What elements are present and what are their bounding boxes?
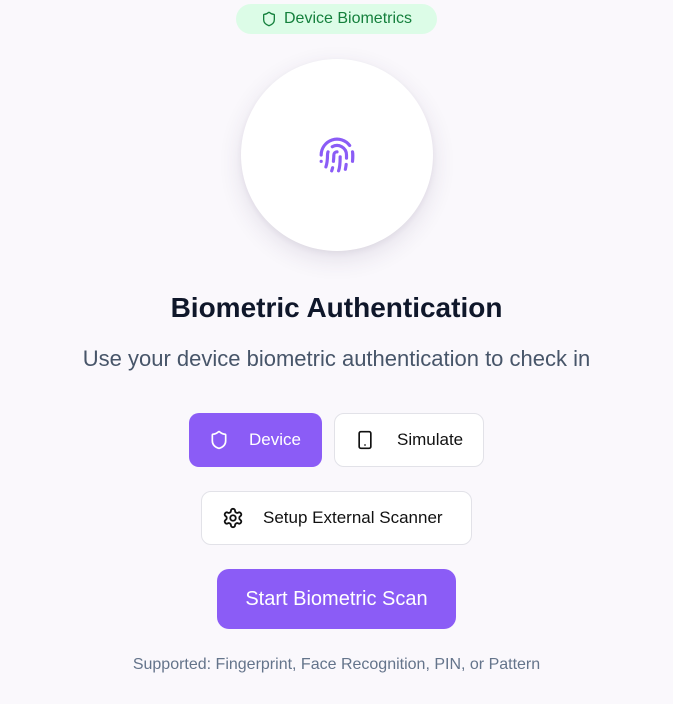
start-biometric-scan-button[interactable]: Start Biometric Scan (217, 569, 456, 629)
smartphone-icon (355, 430, 375, 450)
badge-label: Device Biometrics (283, 10, 413, 27)
simulate-mode-label: Simulate (397, 430, 464, 449)
start-biometric-scan-label: Start Biometric Scan (245, 587, 428, 610)
device-mode-button[interactable]: Device (189, 413, 322, 467)
shield-icon (261, 11, 277, 27)
supported-methods-note: Supported: Fingerprint, Face Recognition… (132, 656, 541, 673)
biometric-auth-page: Device Biometrics Biometric Authenticati… (0, 0, 673, 704)
simulate-mode-button[interactable]: Simulate (334, 413, 484, 467)
page-title: Biometric Authentication (170, 292, 503, 323)
fingerprint-scan-area[interactable] (241, 59, 433, 251)
page-subtitle: Use your device biometric authentication… (82, 346, 591, 371)
device-mode-label: Device (249, 430, 301, 449)
setup-external-scanner-label: Setup External Scanner (263, 508, 443, 527)
setup-external-scanner-button[interactable]: Setup External Scanner (201, 491, 472, 545)
shield-icon (209, 430, 229, 450)
gear-icon (222, 507, 244, 529)
device-biometrics-badge: Device Biometrics (236, 4, 437, 34)
fingerprint-icon (318, 136, 356, 174)
